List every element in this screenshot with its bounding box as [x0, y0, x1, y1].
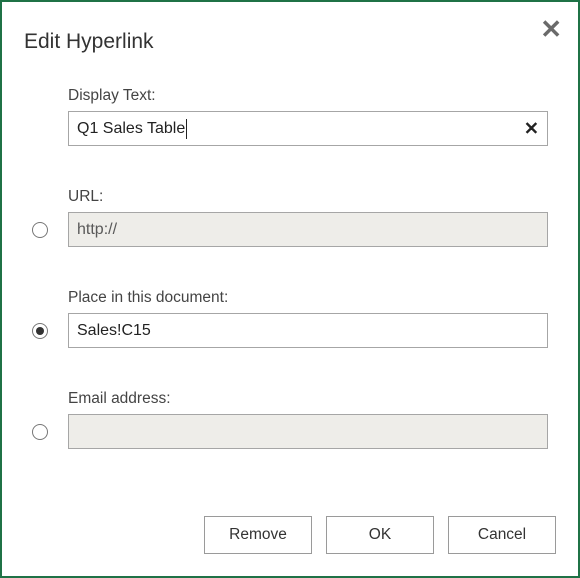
- display-text-input[interactable]: Q1 Sales Table ✕: [68, 111, 548, 146]
- url-label: URL:: [68, 188, 548, 206]
- email-radio[interactable]: [32, 424, 48, 440]
- ok-button[interactable]: OK: [326, 516, 434, 554]
- clear-display-text-icon[interactable]: ✕: [524, 118, 539, 139]
- dialog-buttons: Remove OK Cancel: [204, 516, 556, 554]
- display-text-value: Q1 Sales Table: [77, 120, 185, 138]
- display-text-label: Display Text:: [68, 87, 548, 105]
- place-label: Place in this document:: [68, 289, 548, 307]
- url-input[interactable]: http://: [68, 212, 548, 247]
- dialog-title: Edit Hyperlink: [24, 30, 154, 54]
- email-label: Email address:: [68, 390, 548, 408]
- email-input[interactable]: [68, 414, 548, 449]
- close-icon[interactable]: ✕: [540, 16, 562, 42]
- form-area: Display Text: Q1 Sales Table ✕ URL: http…: [32, 87, 548, 449]
- place-input[interactable]: Sales!C15: [68, 313, 548, 348]
- cancel-button[interactable]: Cancel: [448, 516, 556, 554]
- remove-button[interactable]: Remove: [204, 516, 312, 554]
- url-value: http://: [77, 221, 117, 239]
- edit-hyperlink-dialog: Edit Hyperlink ✕ Display Text: Q1 Sales …: [0, 0, 580, 578]
- place-radio[interactable]: [32, 323, 48, 339]
- place-value: Sales!C15: [77, 322, 151, 340]
- text-caret: [186, 119, 187, 139]
- url-radio[interactable]: [32, 222, 48, 238]
